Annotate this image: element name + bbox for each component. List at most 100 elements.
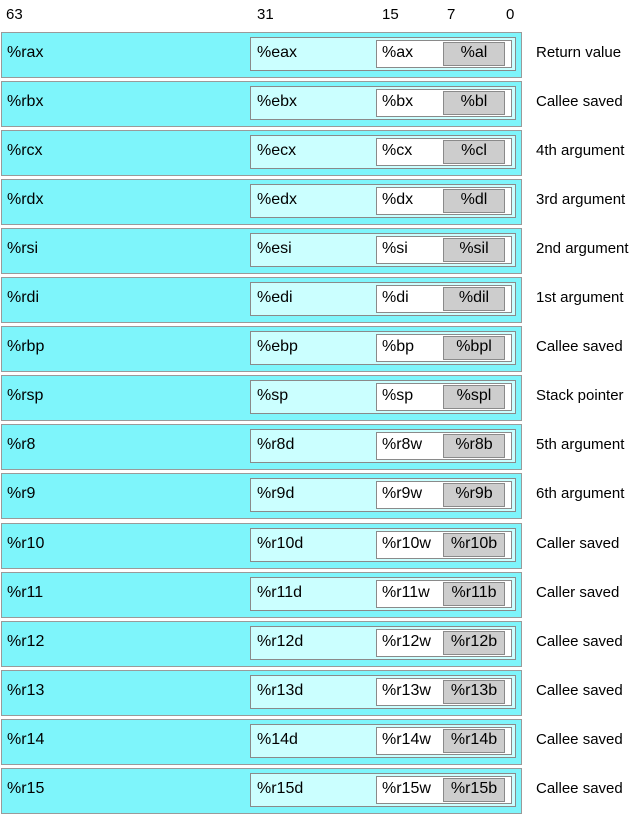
register-8bit-name: %bpl (456, 338, 492, 355)
register-64bit-name: %rdi (7, 289, 40, 306)
register-row: %r14 %14d %r14w %r14b Callee saved (0, 719, 641, 765)
register-row: %rdi %edi %di %dil 1st argument (0, 277, 641, 323)
register-8bit-name: %r8b (455, 436, 493, 453)
register-usage-label: 2nd argument (536, 240, 629, 257)
register-64bit-name: %rdx (7, 191, 44, 208)
register-16bit-name: %r15w (382, 780, 431, 797)
register-16bit-name: %bp (382, 338, 415, 355)
register-32bit-name: %r15d (257, 780, 304, 797)
register-8bit-name: %sil (459, 240, 489, 257)
register-8bit-name: %dl (460, 191, 488, 208)
register-64bit-name: %r12 (7, 633, 45, 650)
register-usage-label: Caller saved (536, 535, 620, 552)
register-32bit-name: %r11d (257, 584, 303, 601)
register-8bit-name: %r14b (450, 731, 498, 748)
register-usage-label: Callee saved (536, 338, 623, 355)
register-8bit-name: %bl (460, 93, 488, 110)
register-usage-label: Callee saved (536, 633, 623, 650)
register-64bit-name: %r15 (7, 780, 45, 797)
register-row: %r13 %r13d %r13w %r13b Callee saved (0, 670, 641, 716)
register-32bit-name: %r8d (257, 436, 295, 453)
register-usage-label: Callee saved (536, 682, 623, 699)
register-usage-label: Return value (536, 44, 622, 61)
register-usage-label: Stack pointer (536, 387, 624, 404)
register-usage-label: Callee saved (536, 780, 623, 797)
register-64bit-name: %r14 (7, 731, 45, 748)
register-row: %rdx %edx %dx %dl 3rd argument (0, 179, 641, 225)
register-64bit-name: %r10 (7, 535, 45, 552)
register-usage-label: Callee saved (536, 731, 623, 748)
register-32bit-name: %r12d (257, 633, 304, 650)
register-8bit-name: %r11b (451, 584, 497, 601)
register-8bit-name: %dil (458, 289, 490, 306)
register-16bit-name: %di (382, 289, 409, 306)
register-16bit-name: %r11w (382, 584, 430, 601)
register-64bit-name: %r8 (7, 436, 36, 453)
register-16bit-name: %r10w (382, 535, 431, 552)
register-16bit-name: %sp (382, 387, 414, 404)
register-64bit-name: %r9 (7, 485, 36, 502)
register-row: %rcx %ecx %cx %cl 4th argument (0, 130, 641, 176)
register-16bit-name: %r9w (382, 485, 423, 502)
register-64bit-name: %rbx (7, 93, 44, 110)
register-usage-label: Callee saved (536, 93, 623, 110)
register-16bit-name: %dx (382, 191, 414, 208)
register-16bit-name: %cx (382, 142, 413, 159)
register-64bit-name: %rsp (7, 387, 44, 404)
register-16bit-name: %r12w (382, 633, 431, 650)
register-32bit-name: %edi (257, 289, 293, 306)
register-row: %r8 %r8d %r8w %r8b 5th argument (0, 424, 641, 470)
bit-label-31: 31 (257, 6, 274, 23)
register-8bit-name: %r13b (450, 682, 498, 699)
register-8bit-name: %cl (461, 142, 487, 159)
register-32bit-name: %ecx (257, 142, 297, 159)
bit-label-7: 7 (447, 6, 456, 23)
register-8bit-name: %r12b (450, 633, 498, 650)
register-16bit-name: %r13w (382, 682, 431, 699)
register-32bit-name: %r10d (257, 535, 304, 552)
register-row: %rbp %ebp %bp %bpl Callee saved (0, 326, 641, 372)
register-32bit-name: %eax (257, 44, 298, 61)
register-64bit-name: %rsi (7, 240, 39, 257)
register-32bit-name: %esi (257, 240, 292, 257)
register-row: %r11 %r11d %r11w %r11b Caller saved (0, 572, 641, 618)
register-8bit-name: %r9b (455, 485, 493, 502)
bit-label-63: 63 (6, 6, 23, 23)
register-64bit-name: %rax (7, 44, 44, 61)
register-row: %r9 %r9d %r9w %r9b 6th argument (0, 473, 641, 519)
register-usage-label: 1st argument (536, 289, 624, 306)
register-row: %r10 %r10d %r10w %r10b Caller saved (0, 523, 641, 569)
register-usage-label: 4th argument (536, 142, 625, 159)
register-usage-label: 3rd argument (536, 191, 626, 208)
register-8bit-name: %al (460, 44, 488, 61)
register-8bit-name: %r15b (450, 780, 498, 797)
register-8bit-name: %r10b (450, 535, 498, 552)
register-16bit-name: %r8w (382, 436, 423, 453)
register-64bit-name: %rcx (7, 142, 43, 159)
register-usage-label: 5th argument (536, 436, 625, 453)
register-8bit-name: %spl (456, 387, 492, 404)
register-64bit-name: %r11 (7, 584, 44, 601)
register-16bit-name: %r14w (382, 731, 431, 748)
bit-label-0: 0 (506, 6, 515, 23)
register-row: %rax %eax %ax %al Return value (0, 32, 641, 78)
register-32bit-name: %edx (257, 191, 298, 208)
register-row: %rsi %esi %si %sil 2nd argument (0, 228, 641, 274)
register-row: %rbx %ebx %bx %bl Callee saved (0, 81, 641, 127)
register-64bit-name: %rbp (7, 338, 45, 355)
register-32bit-name: %14d (257, 731, 298, 748)
register-32bit-name: %ebp (257, 338, 298, 355)
register-row: %rsp %sp %sp %spl Stack pointer (0, 375, 641, 421)
bit-label-15: 15 (382, 6, 399, 23)
register-usage-label: Caller saved (536, 584, 620, 601)
register-16bit-name: %si (382, 240, 408, 257)
register-32bit-name: %ebx (257, 93, 298, 110)
register-32bit-name: %r13d (257, 682, 304, 699)
register-32bit-name: %sp (257, 387, 289, 404)
register-usage-label: 6th argument (536, 485, 625, 502)
register-32bit-name: %r9d (257, 485, 295, 502)
register-16bit-name: %ax (382, 44, 414, 61)
register-row: %r15 %r15d %r15w %r15b Callee saved (0, 768, 641, 814)
register-row: %r12 %r12d %r12w %r12b Callee saved (0, 621, 641, 667)
register-64bit-name: %r13 (7, 682, 45, 699)
